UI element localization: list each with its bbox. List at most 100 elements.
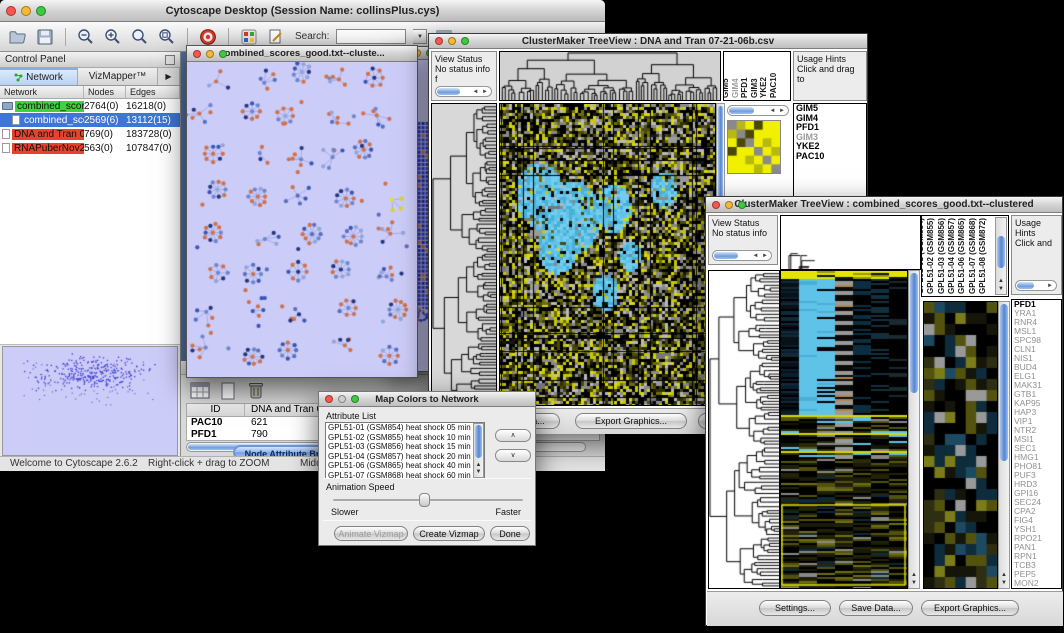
birdseye-view[interactable] <box>2 346 178 456</box>
zoom-selected-icon[interactable] <box>157 27 177 47</box>
dialog-titlebar[interactable]: Map Colors to Network <box>319 392 535 407</box>
close-button[interactable] <box>325 395 333 403</box>
column-labels-vscrollbar[interactable]: ▲▼ <box>995 217 1007 295</box>
control-panel-header: Control Panel <box>0 52 180 68</box>
usage-hints-title: Usage Hints <box>1015 218 1058 238</box>
gene-label[interactable]: PAC10 <box>794 152 866 162</box>
top-dendrogram-pane[interactable] <box>780 215 921 270</box>
map-colors-dialog: Map Colors to Network Attribute List GPL… <box>318 391 536 546</box>
attribute-list-item[interactable]: GPL51-03 (GSM856) heat shock 15 min <box>326 442 484 452</box>
view-status-text: No status info <box>712 228 774 238</box>
zoom-button[interactable] <box>738 201 746 209</box>
network-table-header: Network Nodes Edges <box>0 86 180 99</box>
heatmap-vscrollbar[interactable]: ▲▼ <box>908 270 920 589</box>
zoom-fit-icon[interactable] <box>130 27 150 47</box>
network-nodes-count: 769(0) <box>84 129 126 140</box>
settings-button[interactable]: Settings... <box>759 600 831 616</box>
attr-col-id[interactable]: ID <box>187 404 245 416</box>
move-down-button[interactable]: ∨ <box>495 449 531 462</box>
zoom-button[interactable] <box>351 395 359 403</box>
zoom-heatmap-pane[interactable] <box>923 301 998 589</box>
row-dendrogram-pane[interactable] <box>431 103 497 406</box>
create-vizmap-button[interactable]: Create Vizmap <box>413 526 485 541</box>
attribute-select-icon[interactable] <box>189 381 211 401</box>
search-dropdown-button[interactable]: ▼ <box>413 29 427 44</box>
treeview2-titlebar[interactable]: ClusterMaker TreeView : combined_scores_… <box>706 197 1062 213</box>
attribute-list-vscrollbar[interactable]: ▲▼ <box>473 423 484 478</box>
minimize-button[interactable] <box>338 395 346 403</box>
network-nodes-count: 2569(6) <box>84 115 126 126</box>
minimize-button[interactable] <box>21 6 31 16</box>
col-network[interactable]: Network <box>0 86 84 98</box>
help-lifesaver-icon[interactable] <box>198 27 218 47</box>
export-graphics-button[interactable]: Export Graphics... <box>921 600 1019 616</box>
view-status-scrollbar[interactable]: ◄ ► <box>435 86 492 97</box>
column-label: GPL51-06 (GSM865) <box>957 218 966 294</box>
network-list-row[interactable]: DNA and Tran 07769(0)183728(0) <box>0 127 180 141</box>
close-button[interactable] <box>193 50 201 58</box>
attribute-list[interactable]: GPL51-01 (GSM854) heat shock 05 minGPL51… <box>325 422 485 479</box>
view-status-text: No status info f <box>435 64 493 84</box>
row-dendrogram-pane[interactable] <box>708 270 780 589</box>
new-attribute-icon[interactable] <box>217 381 239 401</box>
top-dendrogram-pane[interactable] <box>499 51 721 101</box>
treeview2-title: ClusterMaker TreeView : combined_scores_… <box>734 199 1033 210</box>
annotation-icon[interactable] <box>266 27 286 47</box>
attribute-list-item[interactable]: GPL51-01 (GSM854) heat shock 05 min <box>326 423 484 433</box>
network-list-row[interactable]: combined_scores2764(0)16218(0) <box>0 99 180 113</box>
network-list-row[interactable]: combined_sco2569(6)13112(15) <box>0 113 180 127</box>
attribute-list-item[interactable]: GPL51-06 (GSM865) heat shock 40 min <box>326 461 484 471</box>
tab-network[interactable]: Network <box>0 68 78 85</box>
usage-hints-box: Usage Hints Click and drag to <box>793 51 867 101</box>
attribute-list-item[interactable]: GPL51-04 (GSM857) heat shock 20 min <box>326 452 484 462</box>
attribute-list-item[interactable]: GPL51-02 (GSM855) heat shock 10 min <box>326 433 484 443</box>
open-folder-icon[interactable] <box>8 27 28 47</box>
heatmap-pane[interactable] <box>499 103 716 406</box>
network-view-titlebar[interactable]: combined_scores_good.txt--cluste... <box>187 46 417 62</box>
minimize-button[interactable] <box>206 50 214 58</box>
zoom-button[interactable] <box>219 50 227 58</box>
close-button[interactable] <box>6 6 16 16</box>
float-panel-icon[interactable] <box>165 55 175 65</box>
view-status-scrollbar[interactable]: ◄ ► <box>712 250 772 261</box>
usage-hints-scrollbar[interactable]: ► <box>1015 280 1057 291</box>
heatmap-pane[interactable] <box>780 270 908 589</box>
close-button[interactable] <box>435 37 443 45</box>
zoom-in-icon[interactable] <box>103 27 123 47</box>
save-data-button[interactable]: Save Data... <box>839 600 913 616</box>
delete-attribute-trash-icon[interactable] <box>245 381 267 401</box>
zoom-out-icon[interactable] <box>76 27 96 47</box>
mini-heatmap-hscrollbar[interactable]: ◄ ► <box>727 105 789 116</box>
folder-icon <box>2 102 13 110</box>
network-edges-count: 183728(0) <box>126 129 180 140</box>
main-titlebar[interactable]: Cytoscape Desktop (Session Name: collins… <box>0 0 605 22</box>
vizmapper-icon[interactable] <box>239 27 259 47</box>
mini-heatmap-pane[interactable] <box>727 120 781 174</box>
close-button[interactable] <box>712 201 720 209</box>
done-button[interactable]: Done <box>490 526 530 541</box>
minimize-button[interactable] <box>448 37 456 45</box>
network-edges-count: 107847(0) <box>126 143 180 154</box>
gene-labels-list[interactable]: PFD1YRA1RNR4MSL1SPC98CLN1NIS1BUD4ELG1MAK… <box>1011 299 1062 589</box>
zoom-button[interactable] <box>36 6 46 16</box>
network-canvas[interactable] <box>187 62 417 377</box>
col-nodes[interactable]: Nodes <box>84 86 126 98</box>
animate-vizmap-button[interactable]: Animate Vizmap <box>334 526 408 541</box>
tab-overflow-arrow[interactable]: ▶ <box>158 68 180 85</box>
col-edges[interactable]: Edges <box>126 86 180 98</box>
move-up-button[interactable]: ∧ <box>495 429 531 442</box>
toolbar-separator <box>65 28 66 46</box>
treeview1-titlebar[interactable]: ClusterMaker TreeView : DNA and Tran 07-… <box>429 34 867 49</box>
minimize-button[interactable] <box>725 201 733 209</box>
column-label: GPL51-03 (GSM856) <box>937 218 946 294</box>
slider-thumb[interactable] <box>419 493 430 507</box>
zoom-heatmap-vscrollbar[interactable]: ▲▼ <box>998 301 1010 589</box>
gene-label[interactable]: MON2 <box>1012 579 1061 588</box>
search-input[interactable] <box>336 29 406 44</box>
export-graphics-button[interactable]: Export Graphics... <box>575 413 687 429</box>
zoom-button[interactable] <box>461 37 469 45</box>
network-edges-count: 13112(15) <box>126 115 180 126</box>
network-list-row[interactable]: RNAPuberNov2+563(0)107847(0) <box>0 141 180 155</box>
save-icon[interactable] <box>35 27 55 47</box>
tab-vizmapper[interactable]: VizMapper™ <box>78 68 158 85</box>
